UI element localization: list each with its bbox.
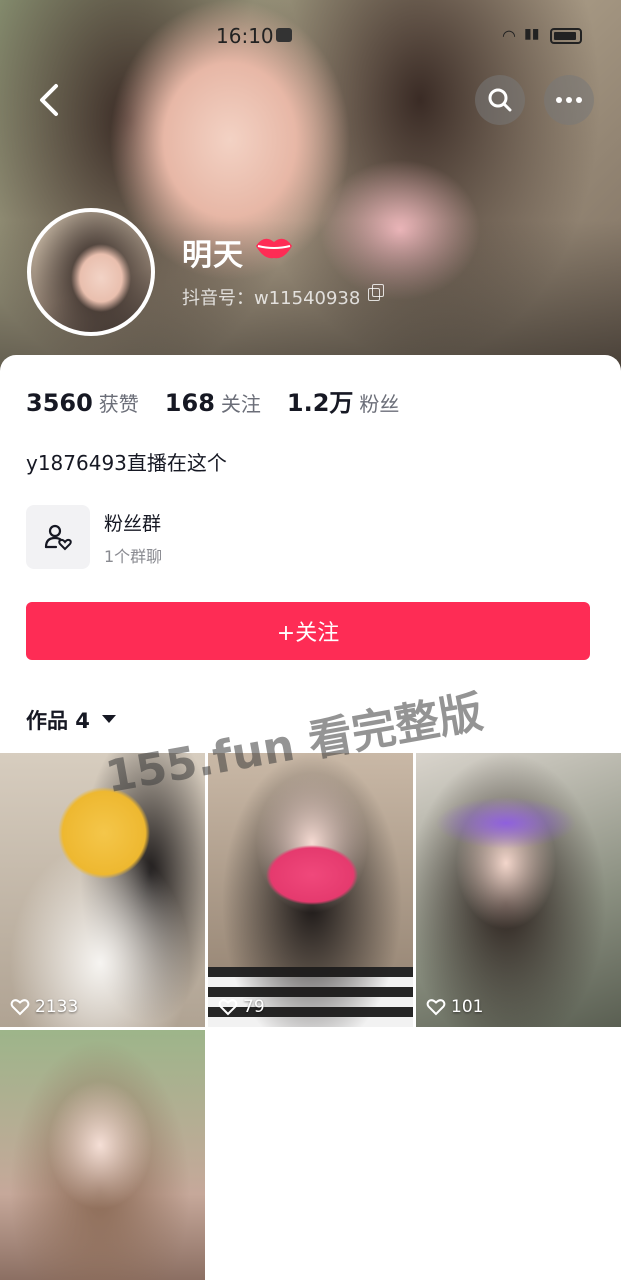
wifi-icon: ◠: [502, 26, 516, 45]
stat-followers[interactable]: 1.2万 粉丝: [287, 383, 400, 418]
tab-works[interactable]: 作品 4: [26, 705, 90, 735]
stat-label: 获赞: [98, 392, 139, 416]
stat-value: 3560: [26, 389, 93, 417]
video-tile[interactable]: 105: [0, 1030, 205, 1280]
heart-icon: [426, 999, 446, 1016]
signal-icon: ▮▮: [524, 26, 540, 42]
stat-following[interactable]: 168 关注: [165, 388, 261, 417]
back-arrow-icon[interactable]: [30, 78, 70, 122]
video-likes: 79: [218, 997, 265, 1017]
douyin-id: 抖音号：w11540938: [182, 288, 361, 309]
fan-group-icon: [26, 505, 90, 569]
follow-button[interactable]: +关注: [26, 602, 590, 660]
video-tile[interactable]: 101: [416, 753, 621, 1027]
stat-likes[interactable]: 3560 获赞: [26, 388, 139, 417]
copy-icon[interactable]: [368, 284, 384, 301]
fan-group-subtitle: 1个群聊: [104, 547, 163, 566]
stat-label: 关注: [220, 392, 261, 416]
heart-icon: [10, 999, 30, 1016]
caret-down-icon[interactable]: [102, 715, 116, 723]
video-tile[interactable]: 79: [208, 753, 413, 1027]
more-button[interactable]: [544, 75, 594, 125]
more-icon: [556, 97, 582, 103]
stat-label: 粉丝: [359, 392, 400, 416]
lips-icon: [254, 232, 294, 269]
fan-group-entry[interactable]: 粉丝群 1个群聊: [26, 505, 596, 571]
battery-icon: [550, 28, 582, 44]
stat-value: 1.2万: [286, 389, 354, 417]
video-tile[interactable]: 2133: [0, 753, 205, 1027]
video-likes: 2133: [10, 997, 78, 1017]
video-likes-count: 2133: [35, 997, 79, 1017]
fan-group-title: 粉丝群: [104, 513, 162, 535]
video-likes-count: 79: [243, 997, 265, 1017]
heart-icon: [218, 999, 238, 1016]
profile-bio: y1876493直播在这个: [26, 451, 227, 475]
avatar[interactable]: [27, 208, 155, 336]
stats-row: 3560 获赞 168 关注 1.2万 粉丝: [26, 383, 399, 418]
search-icon: [488, 88, 512, 112]
stat-value: 168: [164, 389, 215, 417]
profile-name: 明天: [182, 238, 244, 273]
status-time: 16:10: [216, 24, 274, 48]
notification-icon: [276, 28, 292, 42]
status-bar: 16:10 ◠ ▮▮: [0, 22, 621, 52]
search-button[interactable]: [475, 75, 525, 125]
video-likes: 101: [426, 997, 483, 1017]
video-likes-count: 101: [451, 997, 484, 1017]
